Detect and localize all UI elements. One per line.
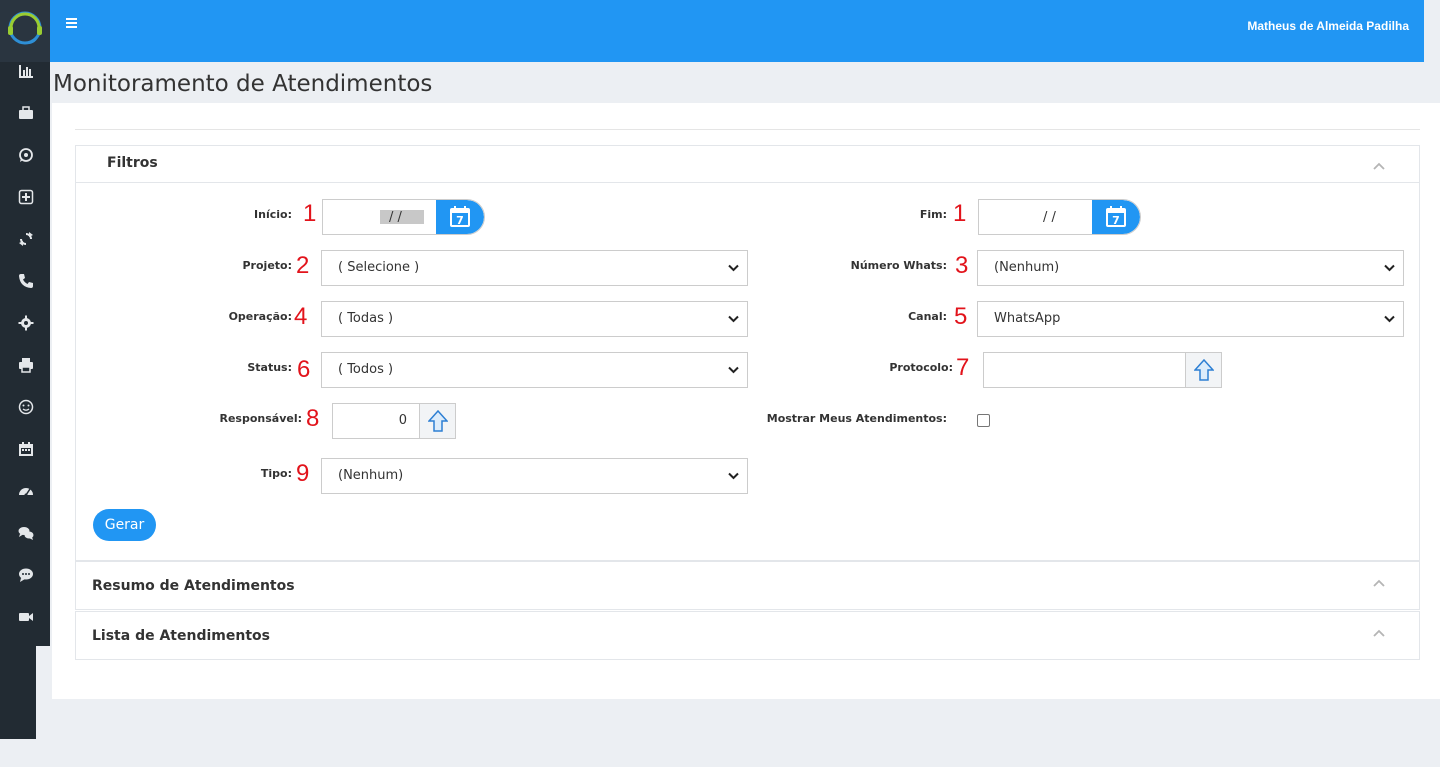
filters-panel-header[interactable]: Filtros xyxy=(76,146,1419,183)
operacao-label: Operação: xyxy=(228,310,292,323)
inicio-date-value: / / xyxy=(389,210,402,225)
smile-icon[interactable] xyxy=(18,399,36,417)
marker-operacao: 4 xyxy=(294,303,308,330)
tipo-select[interactable]: (Nenhum) xyxy=(321,458,748,494)
fim-label: Fim: xyxy=(919,208,947,221)
gerar-button[interactable]: Gerar xyxy=(93,509,156,541)
logo[interactable] xyxy=(0,0,50,62)
lista-panel[interactable]: Lista de Atendimentos xyxy=(75,611,1420,660)
chevron-down-icon xyxy=(1384,264,1395,272)
chevron-down-icon xyxy=(728,264,739,272)
numero-whats-label: Número Whats: xyxy=(850,259,947,272)
svg-text:7: 7 xyxy=(456,214,464,227)
inicio-calendar-button[interactable]: 7 xyxy=(436,200,484,234)
marker-inicio: 1 xyxy=(303,200,317,227)
chevron-down-icon xyxy=(728,366,739,374)
calendar-icon[interactable] xyxy=(18,441,36,459)
marker-numero-whats: 3 xyxy=(955,252,969,279)
chevron-up-icon[interactable] xyxy=(1373,629,1385,637)
dashboard-icon[interactable] xyxy=(18,483,36,501)
user-name[interactable]: Matheus de Almeida Padilha xyxy=(1247,19,1409,33)
filters-title: Filtros xyxy=(107,155,158,171)
marker-canal: 5 xyxy=(954,303,968,330)
marker-protocolo: 7 xyxy=(956,354,970,381)
arrow-up-icon xyxy=(1194,359,1214,381)
briefcase-icon[interactable] xyxy=(18,105,36,123)
chevron-down-icon xyxy=(728,315,739,323)
mostrar-meus-checkbox[interactable] xyxy=(977,414,990,427)
page-title: Monitoramento de Atendimentos xyxy=(53,71,433,97)
marker-fim: 1 xyxy=(953,200,967,227)
responsavel-lookup-button[interactable] xyxy=(419,403,456,439)
chevron-up-icon[interactable] xyxy=(1373,579,1385,587)
numero-whats-select[interactable]: (Nenhum) xyxy=(977,250,1404,286)
numero-whats-select-value: (Nenhum) xyxy=(994,260,1060,275)
refresh-icon[interactable] xyxy=(18,231,36,249)
chevron-down-icon xyxy=(1384,315,1395,323)
canal-select-value: WhatsApp xyxy=(994,311,1061,326)
svg-text:7: 7 xyxy=(1112,214,1120,227)
status-label: Status: xyxy=(247,361,292,374)
calendar-icon: 7 xyxy=(450,206,470,227)
fim-calendar-button[interactable]: 7 xyxy=(1092,200,1140,234)
calendar-icon: 7 xyxy=(1106,206,1126,227)
canal-select[interactable]: WhatsApp xyxy=(977,301,1404,337)
divider xyxy=(75,129,1420,130)
inicio-date-field[interactable]: / / 7 xyxy=(322,199,485,235)
chevron-up-icon[interactable] xyxy=(1373,162,1385,170)
headset-logo-icon xyxy=(8,11,42,45)
operacao-select[interactable]: ( Todas ) xyxy=(321,301,748,337)
fim-date-field[interactable]: / / 7 xyxy=(978,199,1141,235)
fim-date-value: / / xyxy=(1043,210,1056,225)
projeto-label: Projeto: xyxy=(242,259,293,272)
chevron-down-icon xyxy=(728,472,739,480)
video-camera-icon[interactable] xyxy=(18,609,36,627)
status-select[interactable]: ( Todos ) xyxy=(321,352,748,388)
protocolo-lookup-button[interactable] xyxy=(1185,352,1222,388)
marker-projeto: 2 xyxy=(296,252,310,279)
chat-bubbles-icon[interactable] xyxy=(18,525,36,543)
marker-status: 6 xyxy=(297,356,311,383)
canal-label: Canal: xyxy=(908,310,947,323)
marker-responsavel: 8 xyxy=(306,405,320,432)
plus-square-icon[interactable] xyxy=(18,189,36,207)
phone-icon[interactable] xyxy=(18,273,36,291)
comment-icon[interactable] xyxy=(18,567,36,585)
resumo-title: Resumo de Atendimentos xyxy=(92,578,295,594)
operacao-select-value: ( Todas ) xyxy=(338,311,394,326)
protocolo-label: Protocolo: xyxy=(889,361,953,374)
marker-tipo: 9 xyxy=(296,460,310,487)
date-selection-highlight xyxy=(380,210,424,224)
mostrar-meus-label: Mostrar Meus Atendimentos: xyxy=(766,412,947,425)
sidebar xyxy=(0,0,50,646)
responsavel-label: Responsável: xyxy=(219,412,302,425)
tipo-label: Tipo: xyxy=(260,467,292,480)
inicio-label: Início: xyxy=(254,208,292,221)
printer-icon[interactable] xyxy=(18,357,36,375)
bar-chart-icon[interactable] xyxy=(18,63,36,81)
arrow-up-icon xyxy=(428,410,448,432)
lista-title: Lista de Atendimentos xyxy=(92,628,270,644)
top-bar: Matheus de Almeida Padilha xyxy=(50,0,1424,62)
projeto-select[interactable]: ( Selecione ) xyxy=(321,250,748,286)
gear-icon[interactable] xyxy=(18,315,36,333)
protocolo-input[interactable] xyxy=(983,352,1186,388)
resumo-panel[interactable]: Resumo de Atendimentos xyxy=(75,561,1420,610)
whatsapp-icon[interactable] xyxy=(18,147,36,165)
sidebar-footer xyxy=(0,646,36,739)
projeto-select-value: ( Selecione ) xyxy=(338,260,420,275)
responsavel-input[interactable]: 0 xyxy=(332,403,420,439)
hamburger-menu-icon[interactable] xyxy=(66,18,77,30)
status-select-value: ( Todos ) xyxy=(338,362,394,377)
tipo-select-value: (Nenhum) xyxy=(338,468,404,483)
